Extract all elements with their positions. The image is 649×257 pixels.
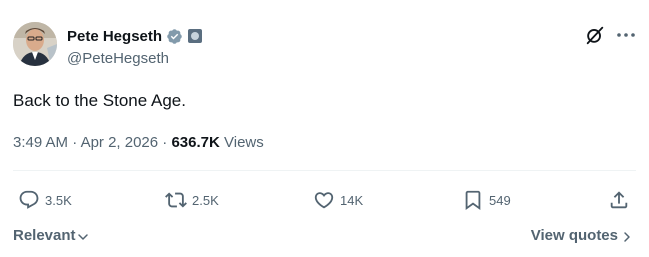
views-count: 636.7K — [171, 134, 220, 151]
avatar[interactable] — [13, 22, 57, 66]
bookmark-button[interactable]: 549 — [462, 189, 511, 211]
tweet: Pete Hegseth @PeteHegseth Back to the St… — [0, 0, 649, 257]
reply-count: 3.5K — [45, 192, 72, 208]
view-quotes-label: View quotes — [530, 227, 618, 244]
author-name-row: Pete Hegseth — [67, 27, 203, 45]
chevron-right-icon — [624, 231, 630, 242]
sort-label: Relevant — [13, 227, 76, 244]
tweet-text: Back to the Stone Age. — [13, 91, 186, 110]
repost-icon — [165, 192, 187, 208]
views-label: Views — [224, 134, 264, 151]
bookmark-count: 549 — [489, 192, 511, 208]
grok-icon[interactable] — [584, 24, 606, 46]
heart-icon — [314, 192, 334, 209]
chevron-down-icon — [77, 233, 88, 240]
meta-separator: · — [72, 134, 81, 151]
reply-icon — [19, 190, 39, 209]
avatar-image — [13, 22, 57, 66]
view-quotes-link[interactable]: View quotes — [531, 227, 633, 244]
verified-badge-icon[interactable] — [166, 28, 183, 45]
divider — [13, 170, 636, 171]
author-display-name[interactable]: Pete Hegseth — [67, 28, 162, 45]
tweet-time[interactable]: 3:49 AM — [13, 134, 68, 151]
like-button[interactable]: 14K — [313, 189, 363, 211]
tweet-date[interactable]: Apr 2, 2026 — [81, 134, 159, 151]
repost-button[interactable]: 2.5K — [165, 189, 219, 211]
repost-count: 2.5K — [192, 192, 219, 208]
more-icon[interactable] — [614, 24, 638, 46]
share-button[interactable] — [608, 189, 630, 211]
reply-button[interactable]: 3.5K — [18, 189, 72, 211]
share-icon — [610, 191, 628, 209]
author-handle[interactable]: @PeteHegseth — [67, 50, 169, 67]
affiliation-badge-icon[interactable] — [188, 29, 203, 43]
sort-dropdown[interactable]: Relevant — [13, 227, 89, 244]
bookmark-icon — [465, 190, 481, 211]
like-count: 14K — [340, 192, 364, 208]
tweet-meta: 3:49 AM · Apr 2, 2026 · 636.7K Views — [13, 134, 264, 151]
